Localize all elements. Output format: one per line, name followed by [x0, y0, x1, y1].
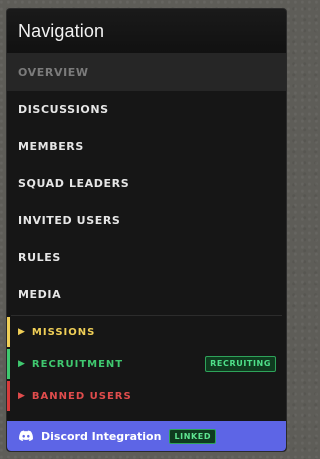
nav-item-rules[interactable]: RULES	[7, 239, 286, 276]
navigation-panel: Navigation OVERVIEW DISCUSSIONS MEMBERS …	[6, 8, 287, 452]
recruitment-accent-bar	[7, 349, 10, 379]
panel-title: Navigation	[18, 20, 105, 41]
section-banned-users[interactable]: ▶ BANNED USERS	[7, 380, 286, 412]
banned-accent-bar	[7, 381, 10, 411]
discord-integration-label: Discord Integration	[41, 429, 162, 443]
nav-item-invited-users[interactable]: INVITED USERS	[7, 202, 286, 239]
recruiting-badge: RECRUITING	[205, 356, 276, 372]
section-recruitment-label: RECRUITMENT	[31, 358, 124, 370]
expand-arrow-icon: ▶	[18, 327, 26, 337]
nav-item-members[interactable]: MEMBERS	[7, 128, 286, 165]
nav-item-discussions[interactable]: DISCUSSIONS	[7, 91, 286, 128]
section-missions-label: MISSIONS	[31, 326, 96, 338]
expand-arrow-icon: ▶	[18, 359, 26, 369]
discord-icon	[19, 430, 33, 441]
section-recruitment[interactable]: ▶ RECRUITMENT RECRUITING	[7, 348, 286, 380]
section-missions[interactable]: ▶ MISSIONS	[7, 316, 286, 348]
linked-badge: LINKED	[169, 428, 217, 444]
nav-list: OVERVIEW DISCUSSIONS MEMBERS SQUAD LEADE…	[7, 54, 286, 313]
nav-item-media[interactable]: MEDIA	[7, 276, 286, 313]
missions-accent-bar	[7, 317, 10, 347]
panel-header: Navigation	[7, 9, 286, 54]
expand-arrow-icon: ▶	[18, 391, 26, 401]
discord-integration-button[interactable]: Discord Integration LINKED	[7, 421, 286, 451]
nav-item-squad-leaders[interactable]: SQUAD LEADERS	[7, 165, 286, 202]
section-banned-users-label: BANNED USERS	[31, 390, 132, 402]
nav-item-overview[interactable]: OVERVIEW	[7, 54, 286, 91]
